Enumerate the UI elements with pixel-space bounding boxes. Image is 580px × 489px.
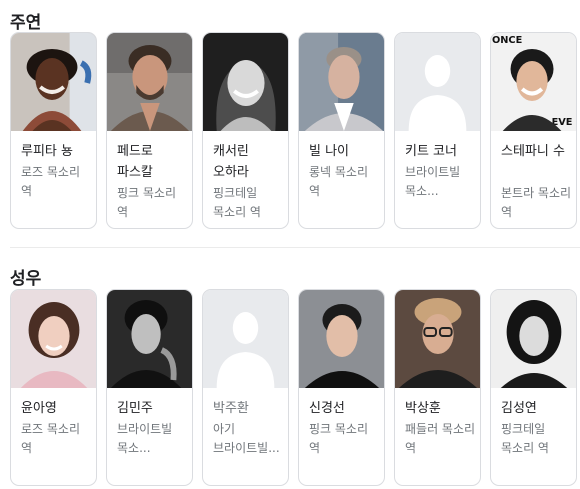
cast-photo [395, 290, 480, 388]
cast-photo [11, 290, 96, 388]
cast-role: 롱넥 목소리 역 [309, 165, 369, 198]
cast-card[interactable]: 페드로 파스칼 핑크 목소리 역 [106, 32, 193, 229]
person-placeholder-icon [203, 290, 288, 388]
section-divider [10, 247, 580, 248]
cast-photo [11, 33, 96, 131]
cast-name: 스테파니 수 [501, 144, 565, 159]
cast-card[interactable]: 김성연 핑크테일 목소리 역 [490, 289, 577, 486]
cast-card[interactable]: 루피타 뇽 로즈 목소리 역 [10, 32, 97, 229]
cast-photo: ONCE EVE [491, 33, 576, 131]
cast-role: 본트라 목소리 역 [501, 186, 572, 219]
cast-photo [107, 290, 192, 388]
cast-photo [299, 290, 384, 388]
cast-name: 페드로 파스칼 [117, 144, 153, 180]
cast-role: 패들러 목소리 역 [405, 422, 476, 455]
cast-name: 캐서린 오하라 [213, 144, 249, 180]
cast-card[interactable]: 빌 나이 롱넥 목소리 역 [298, 32, 385, 229]
cast-card[interactable]: 김민주 브라이트빌 목소... [106, 289, 193, 486]
cast-card[interactable]: 키트 코너 브라이트빌 목소... [394, 32, 481, 229]
cast-role: 로즈 목소리 역 [21, 422, 81, 455]
cast-name: 박상훈 [405, 401, 441, 416]
cast-role: 핑크테일 목소리 역 [213, 186, 261, 219]
cast-card[interactable]: 박상훈 패들러 목소리 역 [394, 289, 481, 486]
cast-card[interactable]: 캐서린 오하라 핑크테일 목소리 역 [202, 32, 289, 229]
cast-name: 김민주 [117, 401, 153, 416]
cast-name: 키트 코너 [405, 144, 457, 159]
cast-name: 신경선 [309, 401, 345, 416]
cast-photo [299, 33, 384, 131]
voice-cast-row: 윤아영 로즈 목소리 역 김민주 브라이트빌 목소... 박주환 아기 브라이트 [10, 289, 580, 489]
cast-name: 빌 나이 [309, 144, 350, 159]
cast-role: 핑크 목소리 역 [309, 422, 369, 455]
cast-photo [491, 290, 576, 388]
photo-sign-text: ONCE [492, 35, 523, 46]
cast-card[interactable]: 신경선 핑크 목소리 역 [298, 289, 385, 486]
cast-role: 브라이트빌 목소... [405, 165, 461, 198]
cast-name: 윤아영 [21, 401, 57, 416]
cast-role: 핑크테일 목소리 역 [501, 422, 549, 455]
cast-role: 아기 브라이트빌... [213, 422, 280, 455]
cast-name: 박주환 [213, 401, 249, 416]
cast-card[interactable]: ONCE EVE 스테파니 수 본트라 목소리 역 [490, 32, 577, 229]
cast-role: 핑크 목소리 역 [117, 186, 177, 219]
section-title-voice-cast: 성우 [10, 269, 42, 289]
main-cast-row: 루피타 뇽 로즈 목소리 역 페드로 파스칼 핑크 목소리 역 캐서린 오하라 … [10, 32, 580, 232]
cast-role: 로즈 목소리 역 [21, 165, 81, 198]
cast-role: 브라이트빌 목소... [117, 422, 173, 455]
cast-name: 루피타 뇽 [21, 144, 73, 159]
person-placeholder-icon [395, 33, 480, 131]
cast-card[interactable]: 박주환 아기 브라이트빌... [202, 289, 289, 486]
cast-photo [107, 33, 192, 131]
cast-card[interactable]: 윤아영 로즈 목소리 역 [10, 289, 97, 486]
cast-name: 김성연 [501, 401, 537, 416]
cast-photo [203, 33, 288, 131]
section-title-main-cast: 주연 [10, 13, 42, 33]
